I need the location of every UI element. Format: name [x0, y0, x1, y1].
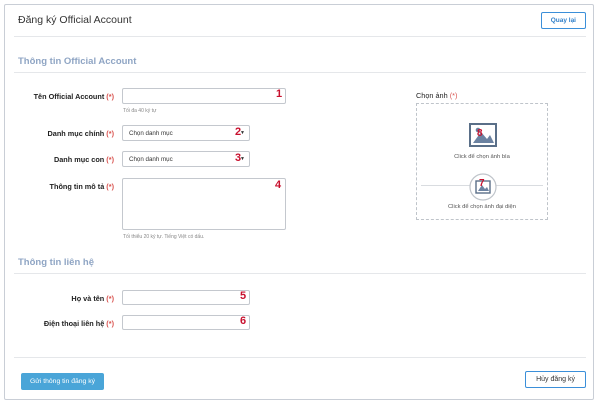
category-select[interactable]: Chọn danh mục ▼: [122, 125, 250, 141]
marker-3: 3: [235, 152, 242, 164]
description-hint: Tối thiểu 20 ký tự. Tiếng Việt có dấu.: [123, 234, 205, 240]
marker-8: 8: [477, 128, 483, 139]
fullname-input[interactable]: [122, 290, 250, 305]
section-divider: [14, 273, 586, 274]
marker-2: 2: [235, 126, 242, 138]
phone-label: Điện thoại liên hệ (*): [43, 319, 114, 328]
back-button[interactable]: Quay lại: [540, 12, 586, 29]
subcategory-select[interactable]: Chọn danh mục ▼: [122, 151, 250, 167]
cancel-registration-button[interactable]: Hủy đăng ký: [525, 371, 586, 388]
fullname-label: Họ và tên (*): [71, 294, 114, 303]
category-label: Danh mục chính (*): [47, 129, 115, 138]
oa-name-hint: Tối đa 40 ký tự: [123, 108, 157, 114]
section-divider: [14, 72, 586, 73]
oa-name-label: Tên Official Account (*): [33, 92, 114, 101]
section-title-oa-info: Thông tin Official Account: [18, 56, 137, 67]
page-title: Đăng ký Official Account: [18, 14, 132, 26]
marker-1: 1: [276, 88, 283, 100]
image-upload-box: 8 Click để chọn ảnh bìa 7 Click để chọn …: [416, 103, 548, 220]
marker-6: 6: [240, 315, 247, 327]
description-label: Thông tin mô tả (*): [49, 182, 114, 191]
marker-7: 7: [479, 178, 485, 189]
marker-4: 4: [275, 179, 282, 191]
phone-input[interactable]: [122, 315, 250, 330]
description-textarea[interactable]: [122, 178, 286, 230]
submit-button[interactable]: Gửi thông tin đăng ký: [21, 373, 105, 390]
header-divider: [14, 36, 586, 37]
oa-name-input[interactable]: [122, 88, 286, 104]
section-title-contact: Thông tin liên hệ: [18, 257, 94, 268]
image-icon[interactable]: [469, 123, 497, 147]
avatar-upload-text[interactable]: Click để chọn ảnh đại diện: [417, 204, 547, 210]
image-picker-label: Chọn ảnh (*): [416, 91, 458, 100]
marker-5: 5: [240, 290, 247, 302]
subcategory-label: Danh mục con (*): [53, 155, 114, 164]
footer-divider: [14, 357, 586, 358]
cover-upload-text[interactable]: Click để chọn ảnh bìa: [417, 154, 547, 160]
